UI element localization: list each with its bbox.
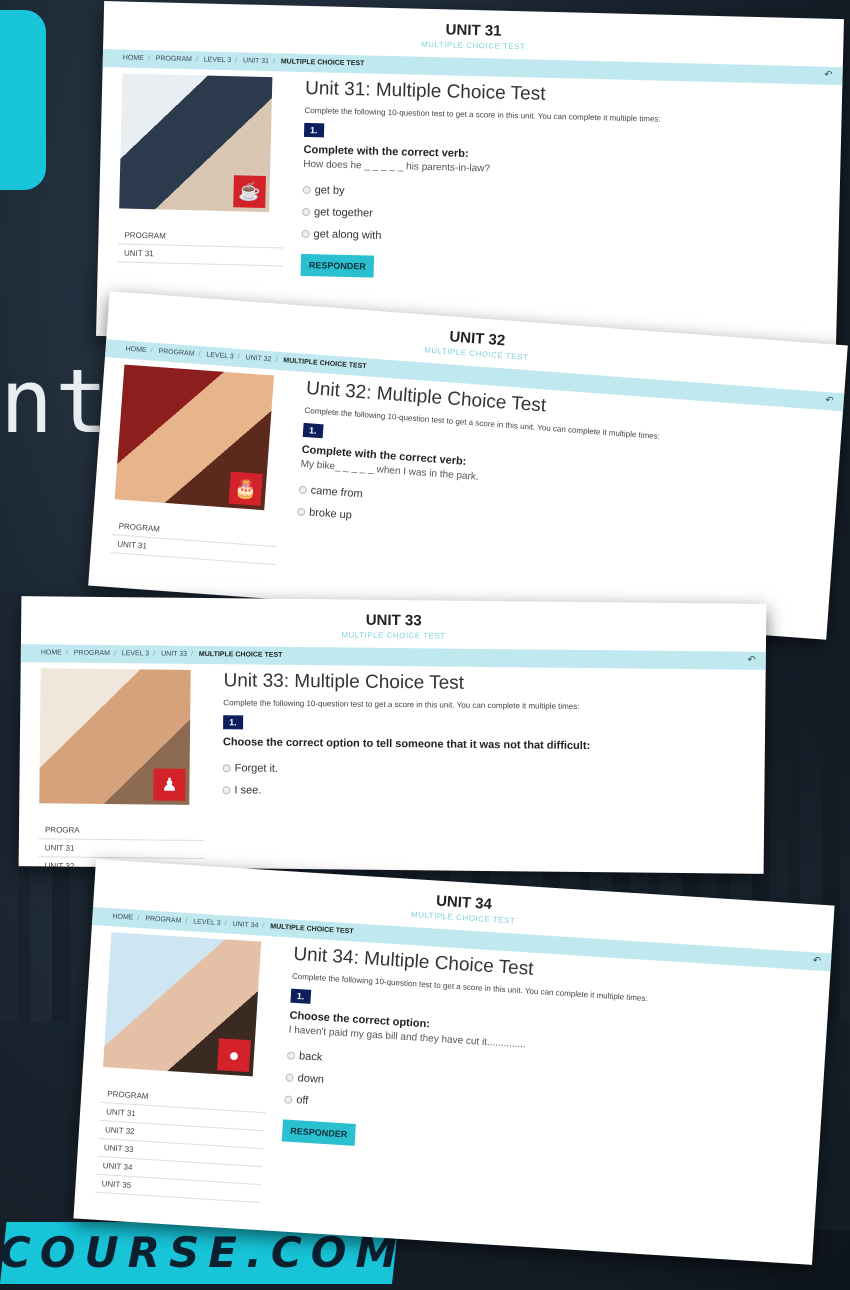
breadcrumb-current: MULTIPLE CHOICE TEST [198, 650, 283, 659]
answer-option[interactable]: I see. [222, 784, 764, 802]
back-arrow-icon[interactable]: ↶ [824, 67, 833, 85]
breadcrumb-unit[interactable]: UNIT 31 [243, 57, 269, 65]
unit-33-screenshot: UNIT 33 MULTIPLE CHOICE TEST HOME / PROGR… [18, 596, 767, 874]
radio-button[interactable] [222, 786, 231, 795]
side-menu: PROGRAM UNIT 31 [110, 517, 278, 566]
brand-badge [0, 10, 46, 190]
breadcrumb-level[interactable]: LEVEL 3 [122, 650, 149, 657]
responder-button[interactable]: RESPONDER [281, 1119, 356, 1146]
breadcrumb-unit[interactable]: UNIT 34 [232, 921, 258, 930]
side-item-program[interactable]: PROGRA [38, 821, 205, 842]
breadcrumb-level[interactable]: LEVEL 3 [204, 56, 232, 64]
unit-photo: ● [102, 932, 262, 1077]
breadcrumb-program[interactable]: PROGRAM [145, 915, 182, 924]
question-heading: Choose the correct option to tell someon… [222, 736, 591, 753]
unit-photo: ☕ [119, 73, 273, 213]
breadcrumb-unit[interactable]: UNIT 33 [161, 651, 187, 658]
radio-button[interactable] [284, 1095, 293, 1104]
breadcrumb-home[interactable]: HOME [112, 913, 133, 921]
unit-photo: ♟ [39, 668, 191, 805]
answer-option[interactable]: get along with [301, 228, 838, 253]
unit-32-screenshot: UNIT 32 MULTIPLE CHOICE TEST HOME / PROGR… [88, 291, 848, 640]
radio-button[interactable] [286, 1051, 296, 1061]
breadcrumb-level[interactable]: LEVEL 3 [206, 352, 234, 361]
brand-partial-word: nt [0, 350, 110, 453]
breadcrumb-program[interactable]: PROGRAM [156, 55, 192, 63]
question-number: 1. [223, 715, 243, 730]
breadcrumb-program[interactable]: PROGRAM [158, 348, 195, 358]
side-item-unit-31[interactable]: UNIT 31 [117, 244, 284, 267]
answer-options: get by get together get along with [301, 184, 839, 253]
breadcrumb-home[interactable]: HOME [41, 649, 62, 656]
radio-button[interactable] [301, 229, 310, 239]
breadcrumb-current: MULTIPLE CHOICE TEST [270, 923, 354, 936]
radio-button[interactable] [302, 185, 311, 195]
unit-34-screenshot: UNIT 34 MULTIPLE CHOICE TEST HOME / PROGR… [73, 859, 835, 1265]
breadcrumb-unit[interactable]: UNIT 32 [245, 354, 271, 363]
question-number: 1. [290, 988, 311, 1004]
responder-button[interactable]: RESPONDER [300, 253, 375, 278]
family-icon: ♟ [153, 768, 186, 801]
side-item-unit-31[interactable]: UNIT 31 [38, 839, 204, 860]
test-description: Complete the following 10-question test … [223, 698, 580, 711]
question-number: 1. [303, 122, 324, 138]
radio-button[interactable] [298, 485, 308, 495]
answer-option[interactable]: get by [302, 184, 840, 209]
back-arrow-icon[interactable]: ↶ [747, 652, 756, 670]
answer-option[interactable]: get together [302, 206, 839, 231]
answer-option[interactable]: Forget it. [222, 762, 765, 780]
test-title: Unit 33: Multiple Choice Test [223, 670, 465, 694]
radio-button[interactable] [222, 764, 231, 773]
breadcrumb-current: MULTIPLE CHOICE TEST [280, 58, 365, 68]
coffee-cup-icon: ☕ [233, 175, 266, 209]
birthday-cake-icon: 🎂 [228, 471, 263, 506]
side-menu: PROGRAM UNIT 31 [117, 226, 284, 267]
breadcrumb-home[interactable]: HOME [125, 346, 146, 355]
breadcrumb-home[interactable]: HOME [123, 54, 144, 62]
question-number: 1. [302, 422, 324, 439]
back-arrow-icon[interactable]: ↶ [812, 952, 822, 970]
radio-button[interactable] [302, 207, 311, 217]
breadcrumb-program[interactable]: PROGRAM [74, 650, 110, 657]
radio-button[interactable] [285, 1073, 294, 1082]
side-menu: PROGRAM UNIT 31 UNIT 32 UNIT 33 UNIT 34 … [95, 1084, 267, 1204]
answer-options: Forget it. I see. [222, 762, 764, 802]
back-arrow-icon[interactable]: ↶ [825, 392, 835, 411]
medal-icon: ● [217, 1038, 251, 1073]
breadcrumb-current: MULTIPLE CHOICE TEST [283, 357, 367, 371]
breadcrumb-level[interactable]: LEVEL 3 [193, 918, 221, 927]
radio-button[interactable] [296, 507, 306, 517]
unit-photo: 🎂 [114, 364, 275, 511]
